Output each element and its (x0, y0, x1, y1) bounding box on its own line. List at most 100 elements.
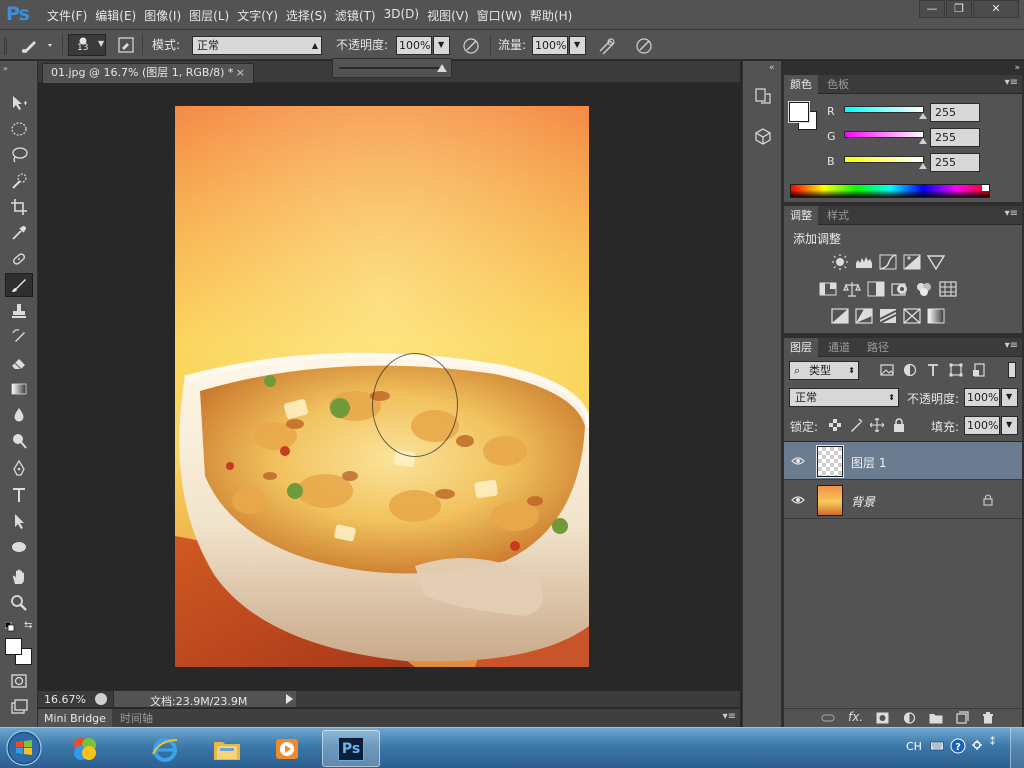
ellipse-tool[interactable] (5, 535, 33, 559)
blur-tool[interactable] (5, 403, 33, 427)
channel-mixer-button[interactable] (915, 281, 933, 297)
lasso-tool[interactable] (5, 143, 33, 167)
filter-adjustment-button[interactable] (902, 362, 918, 378)
gradient-map-button[interactable] (927, 308, 945, 324)
menu-edit[interactable]: 编辑(E) (94, 7, 143, 24)
tab-paths[interactable]: 路径 (861, 338, 895, 357)
layer-name[interactable]: 图层 1 (851, 454, 886, 471)
close-tab-icon[interactable]: × (236, 64, 245, 82)
layer-name[interactable]: 背景 (851, 493, 875, 510)
lock-pixels-button[interactable] (849, 418, 863, 432)
tab-color[interactable]: 颜色 (784, 75, 818, 94)
brush-panel-toggle[interactable] (117, 36, 135, 55)
fill-dropdown[interactable]: ▼ (1001, 416, 1018, 435)
lock-transparent-button[interactable] (828, 418, 842, 432)
screen-mode-button[interactable] (5, 695, 33, 719)
blue-value-input[interactable]: 255 (930, 153, 980, 172)
blue-slider-thumb[interactable] (919, 163, 927, 169)
keyboard-icon[interactable] (930, 740, 944, 752)
selective-color-button[interactable] (903, 308, 921, 324)
curves-button[interactable] (879, 254, 897, 270)
menu-type[interactable]: 文字(Y) (236, 7, 285, 24)
history-brush-tool[interactable] (5, 325, 33, 349)
close-button[interactable]: ✕ (973, 0, 1019, 18)
pressure-opacity-button[interactable] (462, 36, 482, 55)
new-layer-icon[interactable] (956, 711, 969, 724)
marquee-tool[interactable] (5, 117, 33, 141)
panel-menu-icon[interactable]: ▾≡ (1005, 77, 1018, 88)
menu-filter[interactable]: 滤镜(T) (334, 7, 383, 24)
white-swatch[interactable] (982, 185, 989, 191)
folder-icon[interactable] (929, 712, 943, 724)
hue-saturation-button[interactable] (819, 281, 837, 297)
color-balance-button[interactable] (843, 281, 861, 297)
tab-swatches[interactable]: 色板 (821, 75, 855, 94)
tab-layers[interactable]: 图层 (784, 338, 818, 357)
hand-tool[interactable] (5, 565, 33, 589)
menu-view[interactable]: 视图(V) (426, 7, 476, 24)
swap-colors-icon[interactable]: ⇆ (24, 620, 32, 631)
eraser-tool[interactable] (5, 351, 33, 375)
show-desktop-button[interactable] (1010, 728, 1024, 768)
black-white-button[interactable] (867, 281, 885, 297)
eyedropper-tool[interactable] (5, 221, 33, 245)
menu-select[interactable]: 选择(S) (285, 7, 334, 24)
tab-mini-bridge[interactable]: Mini Bridge (38, 709, 112, 728)
healing-brush-tool[interactable] (5, 247, 33, 271)
photo-filter-button[interactable] (891, 281, 909, 297)
pressure-size-button[interactable] (634, 36, 654, 55)
slider-thumb[interactable] (437, 64, 447, 72)
gradient-tool[interactable] (5, 377, 33, 401)
panel-menu-icon[interactable]: ▾≡ (1005, 208, 1018, 219)
filter-pixel-button[interactable] (879, 362, 895, 378)
dodge-tool[interactable] (5, 429, 33, 453)
start-button[interactable] (4, 729, 44, 767)
trash-icon[interactable] (982, 711, 994, 724)
eye-icon[interactable] (791, 494, 805, 506)
zoom-tool[interactable] (5, 591, 33, 615)
adjustment-layer-icon[interactable] (903, 712, 916, 724)
default-colors-icon[interactable] (4, 621, 15, 635)
canvas-workspace[interactable] (38, 83, 740, 690)
brightness-contrast-button[interactable] (831, 254, 849, 270)
restore-button[interactable]: ❐ (946, 0, 972, 18)
posterize-button[interactable] (855, 308, 873, 324)
add-mask-icon[interactable] (876, 712, 889, 724)
taskbar-file-explorer[interactable] (198, 730, 256, 767)
foreground-color-chip[interactable] (788, 101, 810, 123)
color-spectrum-bar[interactable] (790, 184, 990, 198)
red-slider-thumb[interactable] (919, 113, 927, 119)
document-tab[interactable]: 01.jpg @ 16.7% (图层 1, RGB/8) * × (42, 63, 254, 83)
tab-styles[interactable]: 样式 (821, 206, 855, 225)
lock-all-button[interactable] (892, 418, 906, 432)
layer-style-button[interactable]: fx. (848, 710, 863, 724)
tab-channels[interactable]: 通道 (822, 338, 856, 357)
language-indicator[interactable]: CH (906, 740, 922, 753)
taskbar-media-player[interactable] (258, 730, 316, 767)
exposure-button[interactable] (903, 254, 921, 270)
filter-smart-object-button[interactable] (971, 362, 987, 378)
layer-opacity-input[interactable]: 100% (964, 388, 1000, 407)
tab-adjustments[interactable]: 调整 (784, 206, 818, 225)
clone-stamp-tool[interactable] (5, 299, 33, 323)
pen-tool[interactable] (5, 457, 33, 481)
green-value-input[interactable]: 255 (930, 128, 980, 147)
menu-3d[interactable]: 3D(D) (383, 7, 426, 24)
document-canvas[interactable] (175, 106, 589, 667)
layer-row[interactable]: 图层 1 (784, 442, 1022, 480)
move-tool[interactable] (5, 91, 33, 115)
help-icon[interactable]: ? (950, 738, 966, 754)
blue-slider[interactable] (844, 156, 924, 163)
panel-menu-icon[interactable]: ▾≡ (723, 711, 736, 722)
opacity-slider-toggle[interactable]: ▼ (433, 36, 450, 55)
taskbar-media-center[interactable] (56, 730, 114, 767)
link-layers-icon[interactable] (821, 713, 835, 723)
filter-toggle-switch[interactable] (1008, 362, 1016, 378)
layer-filter-select[interactable]: ⌕ 类型 ⬍ (789, 361, 859, 380)
green-slider-thumb[interactable] (919, 138, 927, 144)
quick-select-tool[interactable] (5, 169, 33, 193)
taskbar-internet-explorer[interactable] (136, 730, 194, 767)
layer-row[interactable]: 背景 (784, 481, 1022, 519)
color-lookup-button[interactable] (939, 281, 957, 297)
tab-timeline[interactable]: 时间轴 (116, 709, 157, 728)
